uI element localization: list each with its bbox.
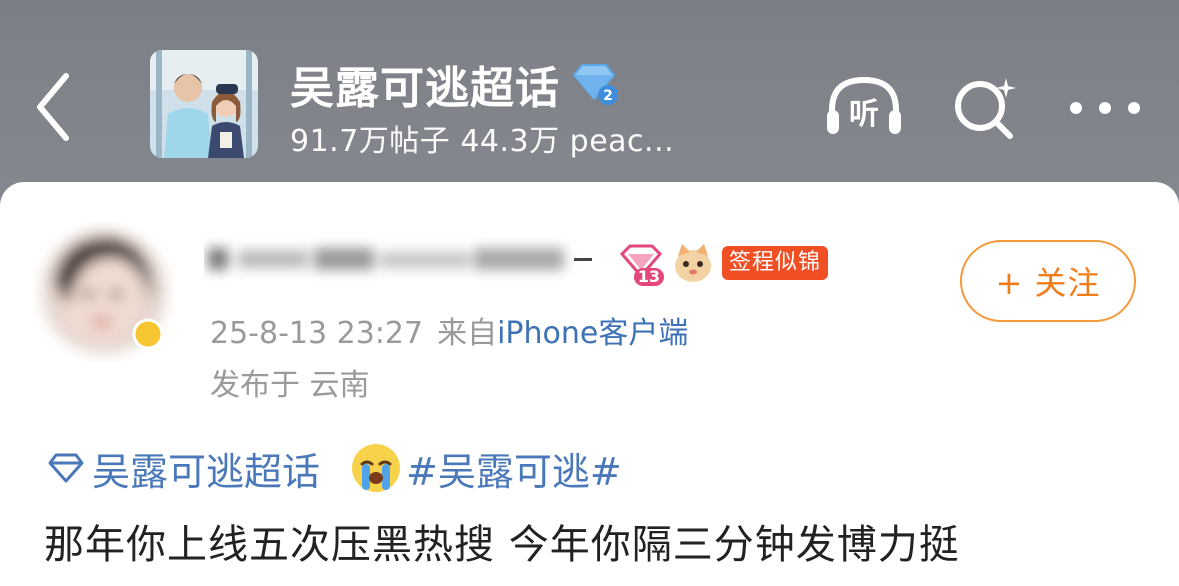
headphones-icon: 听 bbox=[827, 76, 901, 134]
user-level-diamond-icon: 13 bbox=[618, 242, 666, 286]
cover-photo bbox=[150, 50, 258, 158]
topic-link[interactable]: 吴露可逃超话 bbox=[46, 441, 320, 496]
post-body-text: 那年你上线五次压黑热搜 今年你隔三分钟发博力挺 bbox=[44, 522, 960, 568]
mascot-badge-icon bbox=[670, 240, 716, 286]
topic-level-number: 2 bbox=[603, 88, 613, 104]
listen-button[interactable]: 听 bbox=[824, 72, 904, 142]
verified-badge-icon bbox=[132, 318, 164, 350]
post-source-client[interactable]: iPhone客户端 bbox=[497, 316, 688, 351]
avatar-image bbox=[42, 230, 166, 354]
redacted-username-blur bbox=[208, 248, 592, 270]
crying-face-icon bbox=[350, 442, 402, 494]
search-sparkle-icon bbox=[955, 78, 1016, 139]
post-timestamp: 25-8-13 23:27 bbox=[210, 316, 424, 351]
topic-title: 吴露可逃超话 2 bbox=[290, 56, 620, 114]
listen-label: 听 bbox=[849, 97, 879, 132]
avatar[interactable] bbox=[34, 222, 174, 362]
topic-stats: 91.7万帖子 44.3万 peac... bbox=[290, 124, 675, 159]
topic-level-diamond-icon: 2 bbox=[568, 61, 620, 107]
hashtag-link[interactable]: #吴露可逃# bbox=[406, 441, 622, 496]
topic-cover-image[interactable] bbox=[150, 50, 258, 158]
post-card: 13 签程似锦 + 关注 25-8-13 23:27 来自iPhone客户端 发布… bbox=[0, 182, 1179, 586]
topic-link-text: 吴露可逃超话 bbox=[92, 449, 321, 494]
chevron-left-icon bbox=[37, 73, 69, 141]
post-topic-line: 吴露可逃超话 #吴露可逃# bbox=[46, 440, 622, 496]
back-button[interactable] bbox=[30, 68, 78, 146]
checkin-tag: 签程似锦 bbox=[722, 246, 829, 280]
follow-button[interactable]: + 关注 bbox=[960, 240, 1136, 322]
search-button[interactable] bbox=[946, 72, 1026, 142]
more-icon bbox=[1070, 102, 1140, 114]
topic-title-text: 吴露可逃超话 bbox=[290, 63, 560, 114]
more-button[interactable] bbox=[1062, 72, 1148, 142]
post-source-prefix: 来自 bbox=[437, 316, 498, 351]
post-location: 发布于 云南 bbox=[210, 368, 370, 403]
supertopic-diamond-icon bbox=[46, 451, 86, 485]
post-meta: 25-8-13 23:27 来自iPhone客户端 bbox=[210, 308, 688, 352]
username-redacted[interactable] bbox=[204, 236, 604, 282]
user-level-number: 13 bbox=[633, 268, 664, 286]
